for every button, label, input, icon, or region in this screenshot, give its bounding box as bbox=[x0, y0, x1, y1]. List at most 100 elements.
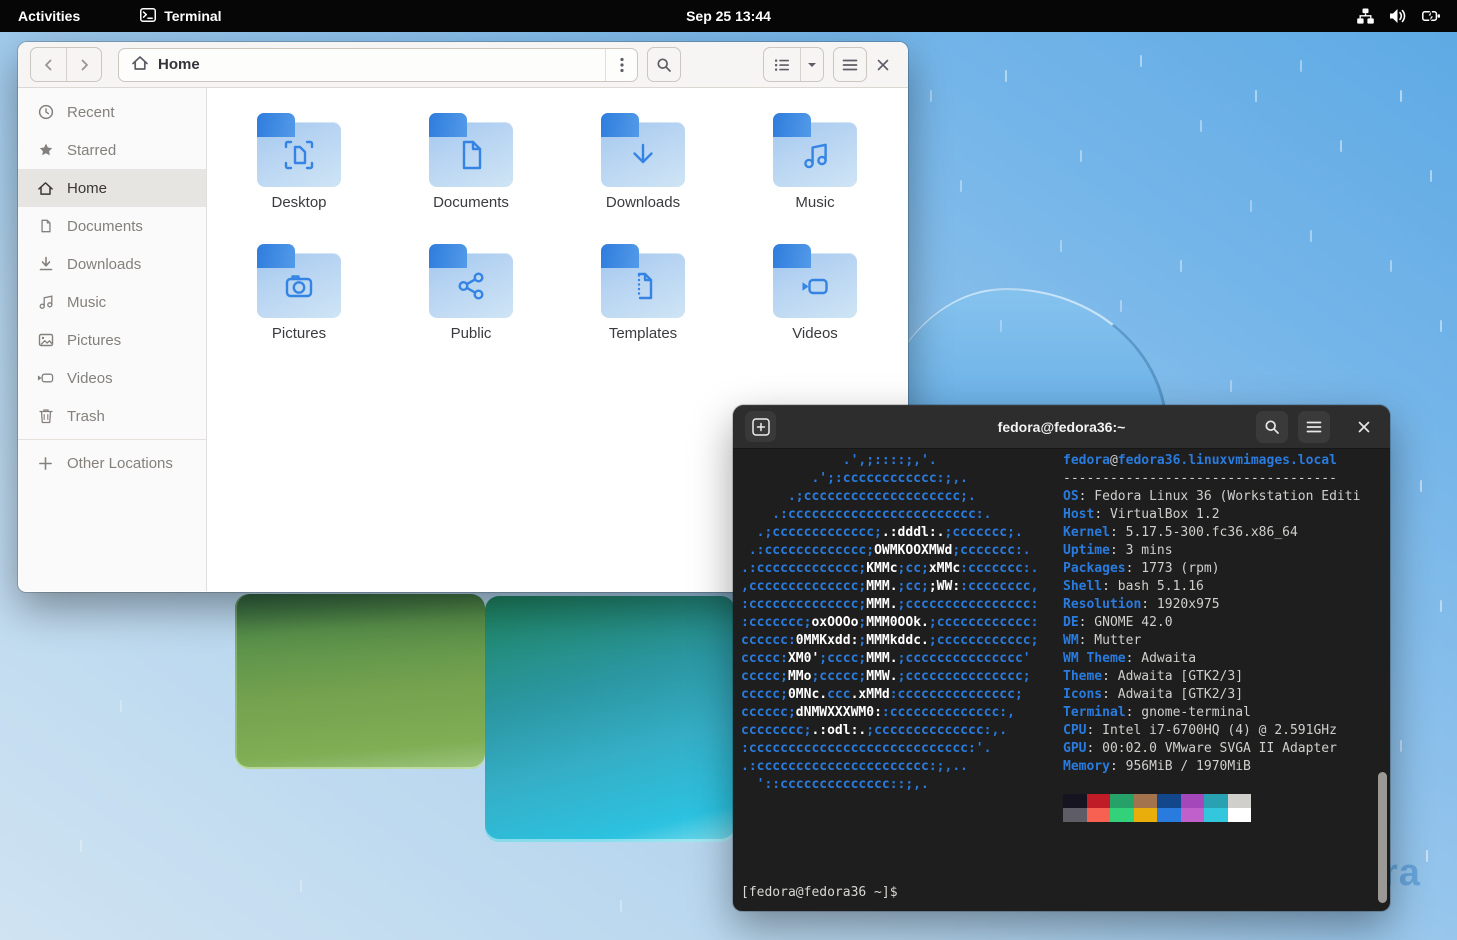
list-view-button[interactable] bbox=[764, 48, 800, 81]
sidebar-item-documents[interactable]: Documents bbox=[18, 207, 206, 245]
neofetch-info-row: Uptime: 3 mins bbox=[1063, 542, 1390, 560]
neofetch-info-row: WM Theme: Adwaita bbox=[1063, 650, 1390, 668]
activities-button[interactable]: Activities bbox=[0, 0, 98, 32]
starred-icon bbox=[37, 142, 54, 159]
sidebar-item-label: Documents bbox=[67, 218, 143, 235]
sidebar-list: RecentStarred Home Documents Downloads Music… bbox=[18, 93, 206, 435]
folder-label: Videos bbox=[792, 325, 838, 342]
search-button[interactable] bbox=[647, 47, 681, 82]
recent-icon bbox=[37, 104, 54, 121]
palette-swatch bbox=[1228, 808, 1252, 822]
folder-music[interactable]: Music bbox=[729, 105, 901, 234]
system-status-area[interactable] bbox=[1357, 8, 1457, 24]
folder-public[interactable]: Public bbox=[385, 236, 557, 365]
terminal-color-palette-row bbox=[1063, 808, 1390, 822]
sidebar-item-pictures[interactable]: Pictures bbox=[18, 321, 206, 359]
palette-swatch bbox=[1134, 808, 1158, 822]
palette-swatch bbox=[1228, 794, 1252, 808]
palette-swatch bbox=[1063, 808, 1087, 822]
template-emblem bbox=[623, 266, 663, 306]
folder-templates[interactable]: Templates bbox=[557, 236, 729, 365]
palette-swatch bbox=[1157, 794, 1181, 808]
sidebar-item-label: Videos bbox=[67, 370, 113, 387]
shell-prompt: [fedora@fedora36 ~]$ bbox=[741, 884, 898, 902]
folder-label: Templates bbox=[609, 325, 677, 342]
neofetch-info-row: Resolution: 1920x975 bbox=[1063, 596, 1390, 614]
video-emblem bbox=[795, 266, 835, 306]
terminal-menu-button[interactable] bbox=[1298, 411, 1330, 443]
palette-swatch bbox=[1157, 808, 1181, 822]
files-menu-button[interactable] bbox=[833, 47, 867, 82]
neofetch-info-row: Terminal: gnome-terminal bbox=[1063, 704, 1390, 722]
home-icon bbox=[37, 180, 54, 197]
terminal-header-buttons bbox=[1256, 411, 1378, 443]
folder-icon bbox=[601, 244, 685, 318]
downloads-icon bbox=[37, 256, 54, 273]
folder-videos[interactable]: Videos bbox=[729, 236, 901, 365]
wallpaper-teal-shape bbox=[485, 596, 735, 842]
desktop: ra Activities Terminal Sep 25 13:44 Home bbox=[0, 0, 1457, 940]
palette-swatch bbox=[1087, 794, 1111, 808]
folder-label: Public bbox=[451, 325, 492, 342]
neofetch-info-row: DE: GNOME 42.0 bbox=[1063, 614, 1390, 632]
forward-button[interactable] bbox=[66, 48, 101, 81]
back-button[interactable] bbox=[31, 48, 66, 81]
sidebar-item-label: Music bbox=[67, 294, 106, 311]
sidebar-item-other-locations[interactable]: Other Locations bbox=[18, 444, 206, 482]
terminal-color-palette-row bbox=[1063, 794, 1390, 808]
desktop-emblem bbox=[279, 135, 319, 175]
terminal-scrollbar[interactable] bbox=[1378, 772, 1387, 903]
palette-swatch bbox=[1134, 794, 1158, 808]
sidebar-item-label: Trash bbox=[67, 408, 105, 425]
folder-label: Pictures bbox=[272, 325, 326, 342]
document-emblem bbox=[451, 135, 491, 175]
view-options-dropdown[interactable] bbox=[800, 48, 823, 81]
focused-app-menu[interactable]: Terminal bbox=[126, 0, 235, 32]
sidebar-item-videos[interactable]: Videos bbox=[18, 359, 206, 397]
sidebar-item-downloads[interactable]: Downloads bbox=[18, 245, 206, 283]
sidebar-item-label: Home bbox=[67, 180, 107, 197]
terminal-window: fedora@fedora36:~ .',;::::;,'. .';:ccccc… bbox=[733, 405, 1390, 911]
folder-grid: Desktop Documents Downloads Music Pictures Pu… bbox=[207, 88, 908, 365]
sidebar-item-starred[interactable]: Starred bbox=[18, 131, 206, 169]
palette-swatch bbox=[1110, 808, 1134, 822]
neofetch-info-row: Packages: 1773 (rpm) bbox=[1063, 560, 1390, 578]
folder-desktop[interactable]: Desktop bbox=[213, 105, 385, 234]
terminal-close-button[interactable] bbox=[1350, 413, 1378, 441]
palette-swatch bbox=[1181, 794, 1205, 808]
folder-downloads[interactable]: Downloads bbox=[557, 105, 729, 234]
terminal-content[interactable]: .',;::::;,'. .';:cccccccccccc:;,. .;cccc… bbox=[733, 449, 1390, 911]
sidebar-item-home[interactable]: Home bbox=[18, 169, 206, 207]
folder-documents[interactable]: Documents bbox=[385, 105, 557, 234]
path-bar[interactable]: Home bbox=[118, 48, 638, 82]
neofetch-separator: ----------------------------------- bbox=[1063, 470, 1390, 488]
sidebar-item-music[interactable]: Music bbox=[18, 283, 206, 321]
palette-swatch bbox=[1110, 794, 1134, 808]
neofetch-info-row: GPU: 00:02.0 VMware SVGA II Adapter bbox=[1063, 740, 1390, 758]
terminal-search-button[interactable] bbox=[1256, 411, 1288, 443]
sidebar-item-trash[interactable]: Trash bbox=[18, 397, 206, 435]
terminal-app-icon bbox=[140, 8, 156, 25]
palette-swatch bbox=[1204, 808, 1228, 822]
folder-label: Downloads bbox=[606, 194, 680, 211]
palette-swatch bbox=[1063, 794, 1087, 808]
folder-label: Documents bbox=[433, 194, 509, 211]
neofetch-info-row: Theme: Adwaita [GTK2/3] bbox=[1063, 668, 1390, 686]
sidebar-separator bbox=[18, 439, 206, 440]
focused-app-label: Terminal bbox=[164, 8, 221, 24]
download-emblem bbox=[623, 135, 663, 175]
palette-swatch bbox=[1181, 808, 1205, 822]
folder-icon bbox=[601, 113, 685, 187]
volume-icon bbox=[1389, 8, 1407, 24]
folder-pictures[interactable]: Pictures bbox=[213, 236, 385, 365]
terminal-headerbar: fedora@fedora36:~ bbox=[733, 405, 1390, 449]
location-menu-button[interactable] bbox=[605, 49, 637, 81]
palette-swatch bbox=[1087, 808, 1111, 822]
files-close-button[interactable] bbox=[870, 52, 896, 78]
neofetch-info-row: Host: VirtualBox 1.2 bbox=[1063, 506, 1390, 524]
trash-icon bbox=[37, 408, 54, 425]
new-tab-button[interactable] bbox=[745, 411, 776, 442]
sidebar-item-label: Downloads bbox=[67, 256, 141, 273]
sidebar-item-recent[interactable]: Recent bbox=[18, 93, 206, 131]
neofetch-info-row: Shell: bash 5.1.16 bbox=[1063, 578, 1390, 596]
